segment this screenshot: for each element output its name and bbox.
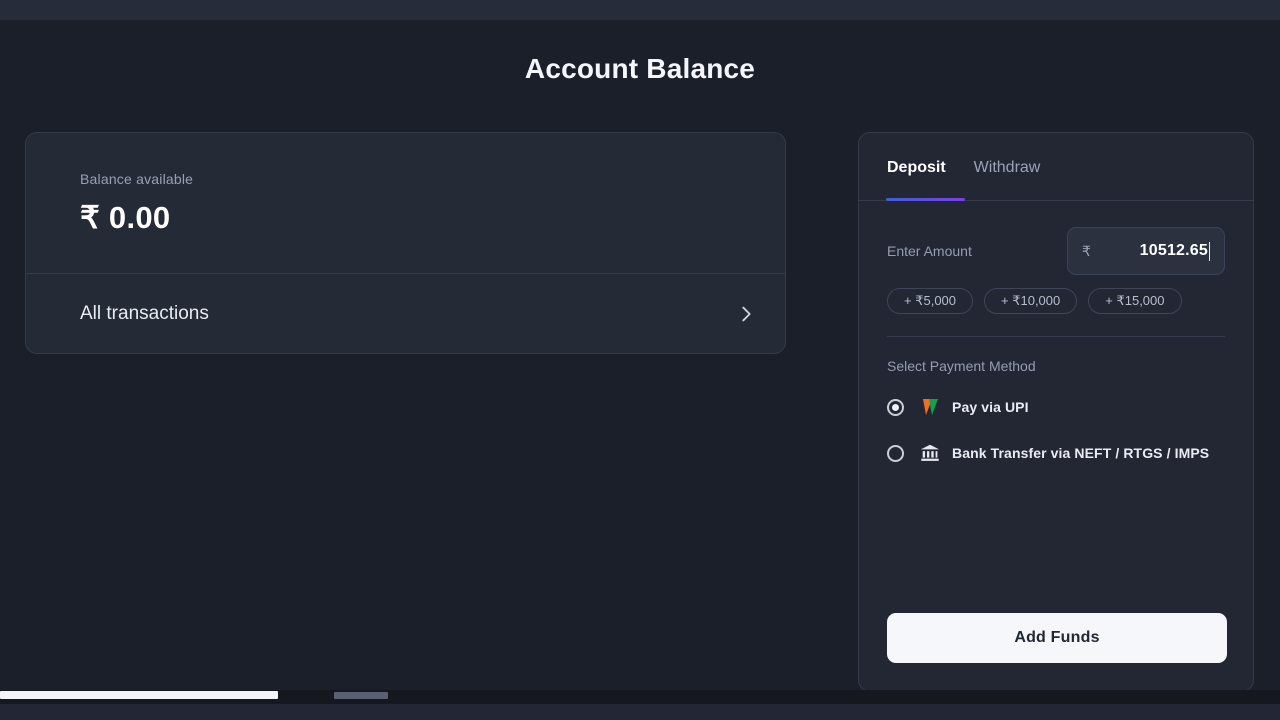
chevron-right-icon [735,303,757,325]
text-cursor-caret [1209,241,1210,261]
quick-amount-chips: + ₹5,000 + ₹10,000 + ₹15,000 [887,288,1225,314]
balance-available-label: Balance available [80,171,194,187]
radio-upi[interactable] [887,398,904,416]
payment-option-bank-transfer[interactable]: Bank Transfer via NEFT / RTGS / IMPS [887,440,1225,466]
balance-summary: Balance available ₹ 0.00 [26,133,785,273]
tab-withdraw[interactable]: Withdraw [974,157,1041,177]
amount-input[interactable]: ₹ 10512.65 [1067,227,1225,275]
all-transactions-row[interactable]: All transactions [26,274,785,353]
enter-amount-label: Enter Amount [887,243,972,259]
panel-body: Enter Amount ₹ 10512.65 + ₹5,000 + ₹10,0… [859,227,1253,466]
currency-symbol: ₹ [1082,242,1091,259]
active-tab-underline [886,198,965,201]
upi-logo-icon [918,395,942,419]
top-chrome-strip [0,0,1280,20]
amount-value: 10512.65 [1139,242,1208,259]
amount-value-wrap: 10512.65 [1091,241,1210,261]
deposit-panel: Deposit Withdraw Enter Amount ₹ 10512.65… [858,132,1254,692]
tab-deposit[interactable]: Deposit [887,157,946,177]
quick-amount-chip-15000[interactable]: + ₹15,000 [1088,288,1182,314]
horizontal-scrollbar-secondary[interactable] [334,692,388,699]
amount-row: Enter Amount ₹ 10512.65 [887,227,1225,275]
bottom-band [0,704,1280,720]
all-transactions-label: All transactions [80,303,209,324]
payment-option-bank-transfer-label: Bank Transfer via NEFT / RTGS / IMPS [952,445,1210,461]
bank-building-icon [918,441,942,465]
select-payment-method-label: Select Payment Method [887,358,1036,374]
balance-amount-value: ₹ 0.00 [80,200,171,235]
page-title: Account Balance [524,53,756,84]
payment-option-upi-label: Pay via UPI [952,399,1029,415]
panel-section-divider [887,336,1225,337]
radio-bank-transfer[interactable] [887,444,904,462]
radio-dot [892,403,899,411]
page-content: Account Balance Balance available ₹ 0.00… [0,20,1280,692]
horizontal-scrollbar-primary[interactable] [0,691,278,699]
add-funds-button[interactable]: Add Funds [887,613,1227,663]
balance-card: Balance available ₹ 0.00 All transaction… [25,132,786,354]
quick-amount-chip-5000[interactable]: + ₹5,000 [887,288,974,314]
payment-option-upi[interactable]: Pay via UPI [887,394,1225,420]
panel-tabs: Deposit Withdraw [859,133,1253,201]
quick-amount-chip-10000[interactable]: + ₹10,000 [984,288,1078,314]
